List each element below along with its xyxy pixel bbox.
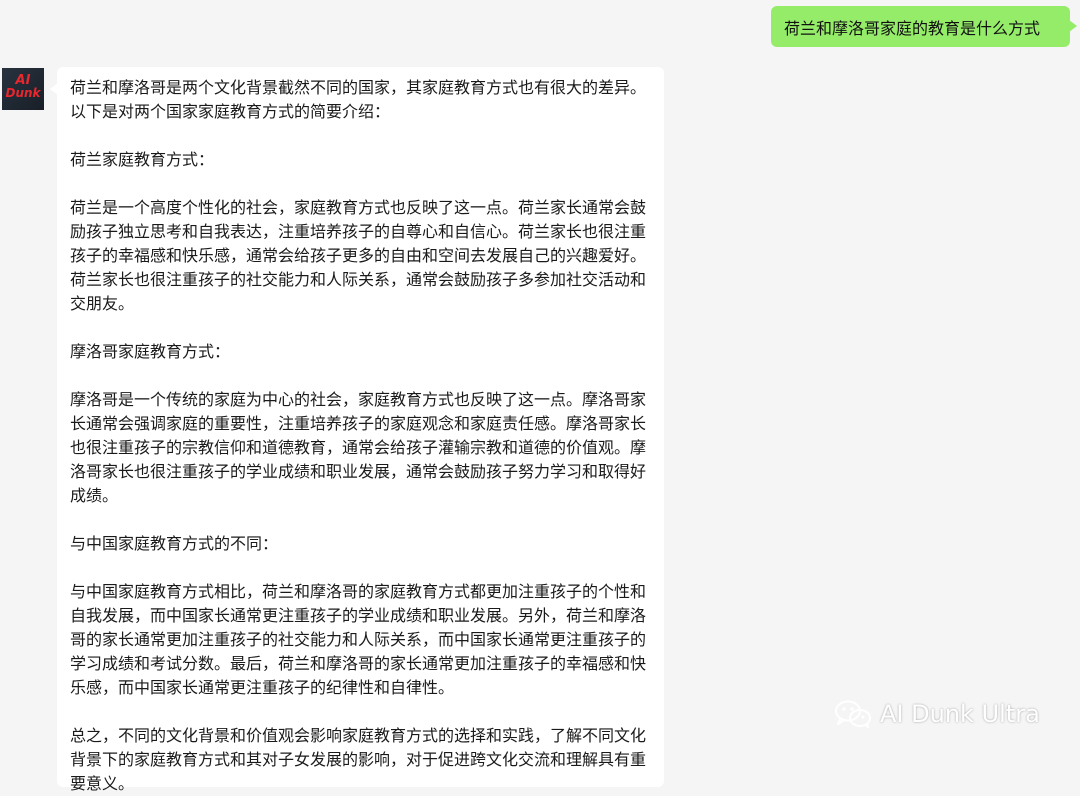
- bot-paragraph-comparison: 与中国家庭教育方式相比，荷兰和摩洛哥的家庭教育方式都更加注重孩子的个性和自我发展…: [70, 582, 647, 697]
- bot-paragraph-morocco: 摩洛哥是一个传统的家庭为中心的社会，家庭教育方式也反映了这一点。摩洛哥家长通常会…: [70, 390, 647, 505]
- wechat-icon: [835, 700, 871, 728]
- bot-heading-netherlands: 荷兰家庭教育方式：: [70, 150, 215, 169]
- bot-paragraph-netherlands: 荷兰是一个高度个性化的社会，家庭教育方式也反映了这一点。荷兰家长通常会鼓励孩子独…: [70, 198, 647, 313]
- watermark-text: AI Dunk Ultra: [880, 700, 1040, 728]
- bot-avatar[interactable]: AI Dunk: [2, 68, 44, 110]
- bot-message-bubble: 荷兰和摩洛哥是两个文化背景截然不同的国家，其家庭教育方式也有很大的差异。以下是对…: [50, 67, 664, 793]
- bot-paragraph-intro: 荷兰和摩洛哥是两个文化背景截然不同的国家，其家庭教育方式也有很大的差异。以下是对…: [70, 78, 647, 121]
- bot-paragraph-conclusion: 总之，不同的文化背景和价值观会影响家庭教育方式的选择和实践，了解不同文化背景下的…: [70, 726, 647, 793]
- bot-heading-comparison: 与中国家庭教育方式的不同：: [70, 534, 279, 553]
- avatar-text-line-2: Dunk: [5, 86, 41, 100]
- avatar-logo-icon: AI Dunk: [2, 68, 44, 110]
- bot-heading-morocco: 摩洛哥家庭教育方式：: [70, 342, 231, 361]
- user-message-text: 荷兰和摩洛哥家庭的教育是什么方式: [784, 19, 1041, 38]
- watermark: AI Dunk Ultra: [834, 700, 1040, 728]
- user-message-bubble: 荷兰和摩洛哥家庭的教育是什么方式: [771, 6, 1077, 47]
